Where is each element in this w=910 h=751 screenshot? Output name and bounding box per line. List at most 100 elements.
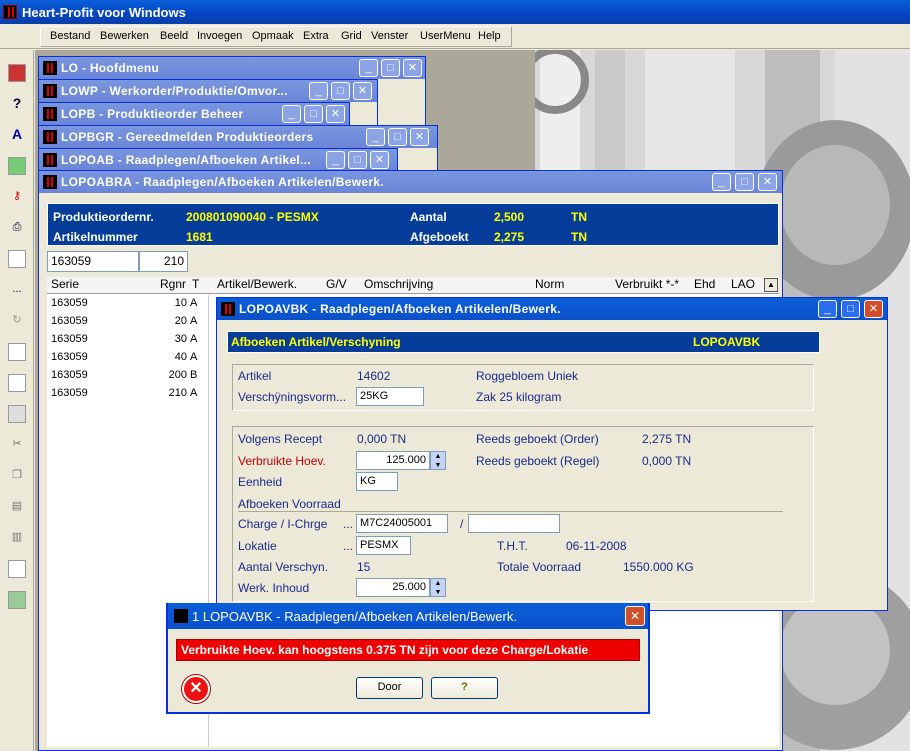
maximize-button[interactable]: □ — [388, 128, 407, 146]
row-type[interactable]: A — [190, 297, 197, 309]
menu-bewerken[interactable]: Bewerken — [100, 30, 149, 42]
eenheid-input[interactable]: KG — [356, 472, 398, 491]
edit-icon[interactable] — [8, 560, 26, 578]
verschijningsvorm-input[interactable]: 25KG — [356, 387, 424, 406]
charge-lookup-button[interactable]: ... — [343, 517, 353, 531]
close-button[interactable]: ✕ — [353, 82, 372, 100]
close-button[interactable]: ✕ — [864, 300, 883, 318]
row-rgnr[interactable]: 200 — [165, 369, 187, 381]
row-rgnr[interactable]: 30 — [171, 333, 187, 345]
window-lopoab-titlebar[interactable]: LOPOAB - Raadplegen/Afboeken Artikel... … — [39, 149, 397, 171]
row-serie[interactable]: 163059 — [51, 333, 88, 345]
clipboard-icon[interactable]: ▥ — [8, 529, 26, 547]
col-gv[interactable]: G/V — [326, 277, 347, 293]
scroll-up-icon[interactable]: ▲ — [764, 278, 778, 292]
col-t[interactable]: T — [192, 277, 199, 293]
menu-beeld[interactable]: Beeld — [160, 30, 188, 42]
col-ehd[interactable]: Ehd — [694, 277, 715, 293]
spinner-icon[interactable]: ▲ ▼ — [430, 451, 446, 470]
dialog-titlebar[interactable]: 1 LOPOAVBK - Raadplegen/Afboeken Artikel… — [168, 603, 648, 629]
verbruikte-hoev-input[interactable]: 125.000 — [356, 451, 430, 470]
window-lopb-titlebar[interactable]: LOPB - Produktieorder Beheer _ □ ✕ — [39, 103, 349, 125]
minimize-button[interactable]: _ — [359, 59, 378, 77]
spell-icon[interactable]: A — [8, 126, 26, 144]
row-type[interactable]: A — [190, 315, 197, 327]
chart-icon[interactable] — [8, 374, 26, 392]
paste-icon[interactable]: ▤ — [8, 498, 26, 516]
row-serie[interactable]: 163059 — [51, 369, 88, 381]
help-button[interactable]: ? — [431, 677, 498, 699]
minimize-button[interactable]: _ — [366, 128, 385, 146]
window-lopoavbk-titlebar[interactable]: LOPOAVBK - Raadplegen/Afboeken Artikelen… — [217, 298, 887, 320]
lokatie-input[interactable]: PESMX — [356, 536, 411, 555]
dots-icon[interactable]: ... — [8, 281, 26, 299]
menu-help[interactable]: Help — [478, 30, 501, 42]
close-button[interactable]: ✕ — [370, 151, 389, 169]
print-icon[interactable]: ⎙ — [8, 219, 26, 237]
maximize-button[interactable]: □ — [348, 151, 367, 169]
window-lo-titlebar[interactable]: LO - Hoofdmenu _ □ ✕ — [39, 57, 425, 79]
close-button[interactable]: ✕ — [326, 105, 345, 123]
row-type[interactable]: A — [190, 351, 197, 363]
screen-icon[interactable] — [8, 64, 26, 82]
row-serie[interactable]: 163059 — [51, 297, 88, 309]
col-rgnr[interactable]: Rgnr — [160, 277, 186, 293]
row-rgnr[interactable]: 40 — [171, 351, 187, 363]
row-serie[interactable]: 163059 — [51, 315, 88, 327]
col-lao[interactable]: LAO — [731, 277, 755, 293]
col-serie[interactable]: Serie — [51, 277, 79, 293]
close-button[interactable]: ✕ — [403, 59, 422, 77]
close-button[interactable]: ✕ — [758, 173, 777, 191]
row-type[interactable]: A — [190, 333, 197, 345]
lokatie-lookup-button[interactable]: ... — [343, 539, 353, 553]
minimize-button[interactable]: _ — [282, 105, 301, 123]
row-serie[interactable]: 163059 — [51, 387, 88, 399]
help-icon[interactable]: ? — [8, 95, 26, 113]
exit-icon[interactable] — [8, 591, 26, 609]
grid-icon[interactable] — [8, 250, 26, 268]
menu-grid[interactable]: Grid — [341, 30, 362, 42]
col-norm[interactable]: Norm — [535, 277, 564, 293]
rgnr-filter-input[interactable]: 210 — [139, 251, 188, 272]
close-button[interactable]: ✕ — [410, 128, 429, 146]
col-artikel[interactable]: Artikel/Bewerk. — [217, 277, 297, 293]
key-icon[interactable]: ⚷ — [8, 188, 26, 206]
maximize-button[interactable]: □ — [331, 82, 350, 100]
menu-bestand[interactable]: Bestand — [50, 30, 90, 42]
row-serie[interactable]: 163059 — [51, 351, 88, 363]
charge-input[interactable]: M7C24005001 — [356, 514, 448, 533]
row-rgnr[interactable]: 20 — [171, 315, 187, 327]
internal-charge-input[interactable] — [468, 514, 560, 533]
col-verbruikt[interactable]: Verbruikt *-* — [615, 277, 679, 293]
copy-icon[interactable]: ❐ — [8, 467, 26, 485]
door-button[interactable]: Door — [356, 677, 423, 699]
maximize-button[interactable]: □ — [381, 59, 400, 77]
form-icon[interactable] — [8, 343, 26, 361]
minimize-button[interactable]: _ — [712, 173, 731, 191]
menu-opmaak[interactable]: Opmaak — [252, 30, 294, 42]
window-lopbgr-titlebar[interactable]: LOPBGR - Gereedmelden Produktieorders _ … — [39, 126, 437, 148]
window-lowp-titlebar[interactable]: LOWP - Werkorder/Produktie/Omvor... _ □ … — [39, 80, 377, 102]
row-type[interactable]: A — [190, 387, 197, 399]
menu-usermenu[interactable]: UserMenu — [420, 30, 471, 42]
spinner-icon[interactable]: ▲ ▼ — [430, 578, 446, 597]
cut-icon[interactable]: ✂ — [8, 436, 26, 454]
window-icon[interactable] — [8, 405, 26, 423]
row-rgnr[interactable]: 10 — [171, 297, 187, 309]
werk-inhoud-input[interactable]: 25.000 — [356, 578, 430, 597]
dialog-close-button[interactable]: ✕ — [625, 606, 645, 626]
maximize-button[interactable]: □ — [841, 300, 860, 318]
minimize-button[interactable]: _ — [309, 82, 328, 100]
row-type[interactable]: B — [190, 369, 197, 381]
window-lopoabra-titlebar[interactable]: LOPOABRA - Raadplegen/Afboeken Artikelen… — [39, 171, 782, 193]
maximize-button[interactable]: □ — [735, 173, 754, 191]
col-omschrijving[interactable]: Omschrijving — [364, 277, 433, 293]
folder-icon[interactable] — [8, 157, 26, 175]
menu-invoegen[interactable]: Invoegen — [197, 30, 242, 42]
minimize-button[interactable]: _ — [818, 300, 837, 318]
maximize-button[interactable]: □ — [304, 105, 323, 123]
menu-venster[interactable]: Venster — [371, 30, 408, 42]
minimize-button[interactable]: _ — [326, 151, 345, 169]
serie-filter-input[interactable]: 163059 — [47, 251, 139, 272]
row-rgnr[interactable]: 210 — [165, 387, 187, 399]
